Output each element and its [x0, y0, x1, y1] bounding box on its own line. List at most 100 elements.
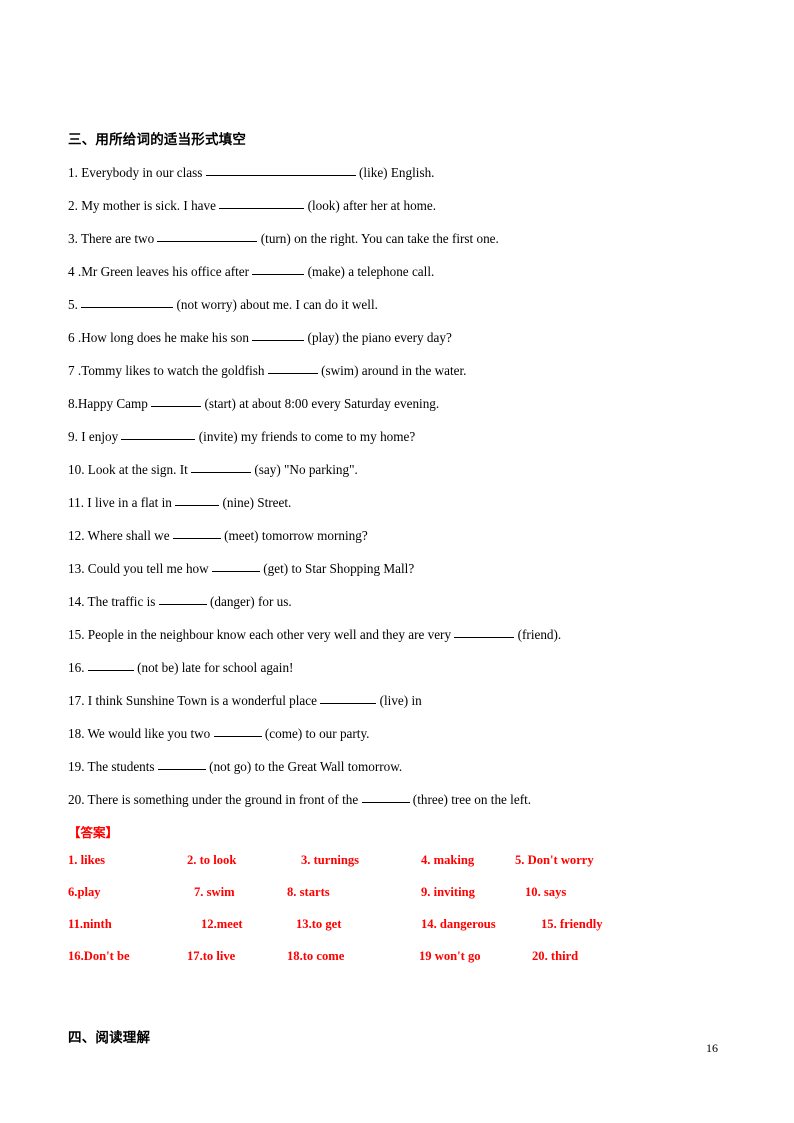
question-text-after: (like) English.: [359, 165, 435, 180]
question-text-after: (start) at about 8:00 every Saturday eve…: [204, 396, 440, 411]
question-line: 2. My mother is sick. I have (look) afte…: [68, 197, 728, 214]
answer-item: 1. likes: [68, 853, 106, 867]
question-text-after: (turn) on the right. You can take the fi…: [260, 231, 499, 246]
answer-blank[interactable]: [121, 428, 196, 440]
answer-blank[interactable]: [175, 494, 220, 506]
question-text-before: 3. There are two: [68, 231, 155, 246]
answer-item: 20. third: [532, 949, 579, 963]
answer-item: 4. making: [421, 853, 475, 867]
answer-item: 11.ninth: [68, 917, 112, 931]
answer-item: 6.play: [68, 885, 101, 899]
document-body: 三、用所给词的适当形式填空 1. Everybody in our class …: [68, 131, 728, 1047]
answer-blank[interactable]: [158, 593, 207, 605]
document-page: 三、用所给词的适当形式填空 1. Everybody in our class …: [0, 0, 794, 1123]
question-text-before: 13. Could you tell me how: [68, 561, 209, 576]
answer-blank[interactable]: [252, 329, 305, 341]
page-number: 16: [706, 1041, 718, 1055]
question-line: 12. Where shall we (meet) tomorrow morni…: [68, 527, 728, 544]
question-line: 17. I think Sunshine Town is a wonderful…: [68, 692, 728, 709]
answer-blank[interactable]: [157, 758, 206, 770]
question-text-after: (friend).: [517, 627, 562, 642]
answer-blank[interactable]: [172, 527, 221, 539]
answer-blank[interactable]: [252, 263, 305, 275]
question-text-before: 16.: [68, 660, 85, 675]
question-text-after: (invite) my friends to come to my home?: [198, 429, 416, 444]
questions-list: 1. Everybody in our class (like) English…: [68, 164, 728, 808]
question-line: 3. There are two (turn) on the right. Yo…: [68, 230, 728, 247]
question-text-before: 5.: [68, 297, 78, 312]
answer-blank[interactable]: [157, 230, 258, 242]
question-text-before: 15. People in the neighbour know each ot…: [68, 627, 452, 642]
answer-item: 12.meet: [201, 917, 243, 931]
question-line: 18. We would like you two (come) to our …: [68, 725, 728, 742]
answer-blank[interactable]: [213, 725, 262, 737]
answer-blank[interactable]: [219, 197, 305, 209]
answer-item: 9. inviting: [421, 885, 475, 899]
question-text-before: 17. I think Sunshine Town is a wonderful…: [68, 693, 317, 708]
question-text-before: 11. I live in a flat in: [68, 495, 172, 510]
question-text-before: 20. There is something under the ground …: [68, 792, 359, 807]
answer-item: 16.Don't be: [68, 949, 130, 963]
question-text-before: 12. Where shall we: [68, 528, 170, 543]
question-text-after: (come) to our party.: [264, 726, 370, 741]
answer-blank[interactable]: [205, 164, 356, 176]
question-text-before: 8.Happy Camp: [68, 396, 148, 411]
answer-item: 19 won't go: [419, 949, 481, 963]
question-text-after: (meet) tomorrow morning?: [224, 528, 368, 543]
answer-blank[interactable]: [320, 692, 377, 704]
answer-blank[interactable]: [81, 296, 174, 308]
question-text-before: 1. Everybody in our class: [68, 165, 203, 180]
answer-row: 16.Don't be 17.to live 18.to come 19 won't …: [68, 949, 728, 981]
answer-key-grid: 1. likes 2. to look 3. turnings 4. making 5.…: [68, 853, 728, 981]
question-text-after: (say) "No parking".: [254, 462, 358, 477]
answer-item: 5. Don't worry: [515, 853, 594, 867]
section-four-heading: 四、阅读理解: [68, 1030, 151, 1046]
answers-label: 【答案】: [68, 825, 119, 840]
question-line: 1. Everybody in our class (like) English…: [68, 164, 728, 181]
answer-item: 10. says: [525, 885, 567, 899]
question-text-before: 18. We would like you two: [68, 726, 211, 741]
answer-blank[interactable]: [87, 659, 134, 671]
question-text-before: 7 .Tommy likes to watch the goldfish: [68, 363, 265, 378]
question-text-after: (nine) Street.: [222, 495, 292, 510]
question-line: 14. The traffic is (danger) for us.: [68, 593, 728, 610]
answer-row: 11.ninth 12.meet 13.to get 14. dangerous 15.…: [68, 917, 728, 949]
question-text-after: (not go) to the Great Wall tomorrow.: [209, 759, 403, 774]
question-line: 5. (not worry) about me. I can do it wel…: [68, 296, 728, 313]
question-text-before: 9. I enjoy: [68, 429, 119, 444]
answer-blank[interactable]: [267, 362, 318, 374]
question-line: 8.Happy Camp (start) at about 8:00 every…: [68, 395, 728, 412]
answer-blank[interactable]: [191, 461, 252, 473]
question-line: 9. I enjoy (invite) my friends to come t…: [68, 428, 728, 445]
answer-item: 13.to get: [296, 917, 342, 931]
question-text-before: 19. The students: [68, 759, 155, 774]
question-line: 20. There is something under the ground …: [68, 791, 728, 808]
question-text-after: (make) a telephone call.: [307, 264, 435, 279]
answer-blank[interactable]: [151, 395, 202, 407]
question-text-after: (live) in: [379, 693, 422, 708]
question-line: 10. Look at the sign. It (say) "No parki…: [68, 461, 728, 478]
answer-row: 6.play 7. swim 8. starts 9. inviting 10. say…: [68, 885, 728, 917]
answer-blank[interactable]: [211, 560, 260, 572]
question-text-before: 4 .Mr Green leaves his office after: [68, 264, 250, 279]
answer-blank[interactable]: [361, 791, 410, 803]
section-three-heading: 三、用所给词的适当形式填空: [68, 132, 247, 148]
question-text-after: (not worry) about me. I can do it well.: [176, 297, 378, 312]
question-text-before: 6 .How long does he make his son: [68, 330, 249, 345]
answer-item: 2. to look: [187, 853, 237, 867]
question-line: 11. I live in a flat in (nine) Street.: [68, 494, 728, 511]
answer-item: 3. turnings: [301, 853, 360, 867]
question-line: 7 .Tommy likes to watch the goldfish (sw…: [68, 362, 728, 379]
answer-row: 1. likes 2. to look 3. turnings 4. making 5.…: [68, 853, 728, 885]
question-text-after: (swim) around in the water.: [321, 363, 467, 378]
question-text-after: (not be) late for school again!: [137, 660, 294, 675]
question-text-before: 2. My mother is sick. I have: [68, 198, 216, 213]
question-line: 6 .How long does he make his son (play) …: [68, 329, 728, 346]
answer-item: 15. friendly: [541, 917, 603, 931]
question-text-after: (danger) for us.: [210, 594, 292, 609]
answer-item: 18.to come: [287, 949, 345, 963]
answer-blank[interactable]: [454, 626, 515, 638]
question-text-after: (three) tree on the left.: [412, 792, 532, 807]
question-line: 4 .Mr Green leaves his office after (mak…: [68, 263, 728, 280]
answer-item: 17.to live: [187, 949, 236, 963]
